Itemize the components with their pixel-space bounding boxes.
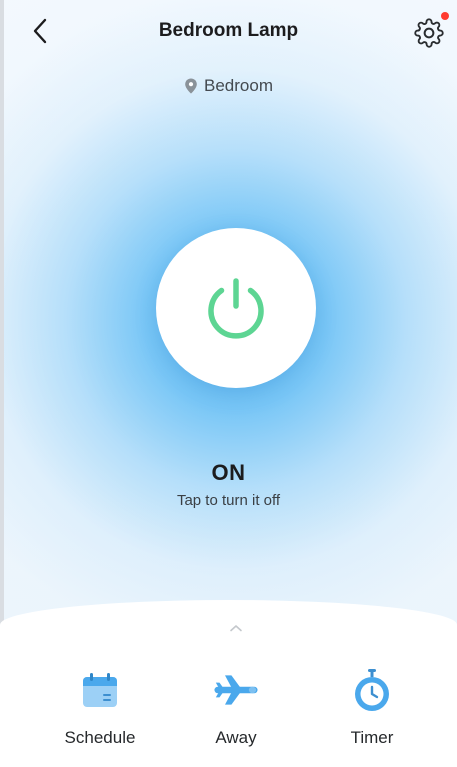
settings-button[interactable]	[410, 14, 448, 52]
away-label: Away	[215, 728, 257, 747]
power-button[interactable]	[156, 228, 316, 388]
device-screen: Bedroom Lamp Bedroom ON Tap to turn it o…	[0, 0, 457, 767]
gear-icon	[414, 18, 444, 48]
expand-panel-button[interactable]	[224, 620, 248, 636]
feature-icon	[350, 668, 394, 712]
stopwatch-icon	[355, 669, 389, 711]
power-state: ON	[211, 460, 246, 485]
feature-icon	[214, 668, 258, 712]
header: Bedroom Lamp	[0, 0, 457, 64]
power-icon	[208, 278, 264, 339]
timer-button[interactable]: Timer	[312, 668, 432, 748]
page-title: Bedroom Lamp	[158, 20, 299, 41]
chevron-up-icon	[230, 625, 242, 632]
schedule-label: Schedule	[64, 728, 136, 747]
away-button[interactable]: Away	[176, 668, 296, 748]
schedule-button[interactable]: Schedule	[40, 668, 160, 748]
location-label: Bedroom	[204, 76, 273, 95]
location-pin-icon	[185, 78, 197, 94]
calendar-icon	[83, 673, 117, 707]
airplane-icon	[214, 675, 258, 705]
feature-icon	[78, 668, 122, 712]
device-location: Bedroom	[0, 76, 457, 96]
notification-dot	[441, 12, 449, 20]
timer-label: Timer	[350, 728, 394, 747]
power-hint: Tap to turn it off	[176, 492, 281, 509]
